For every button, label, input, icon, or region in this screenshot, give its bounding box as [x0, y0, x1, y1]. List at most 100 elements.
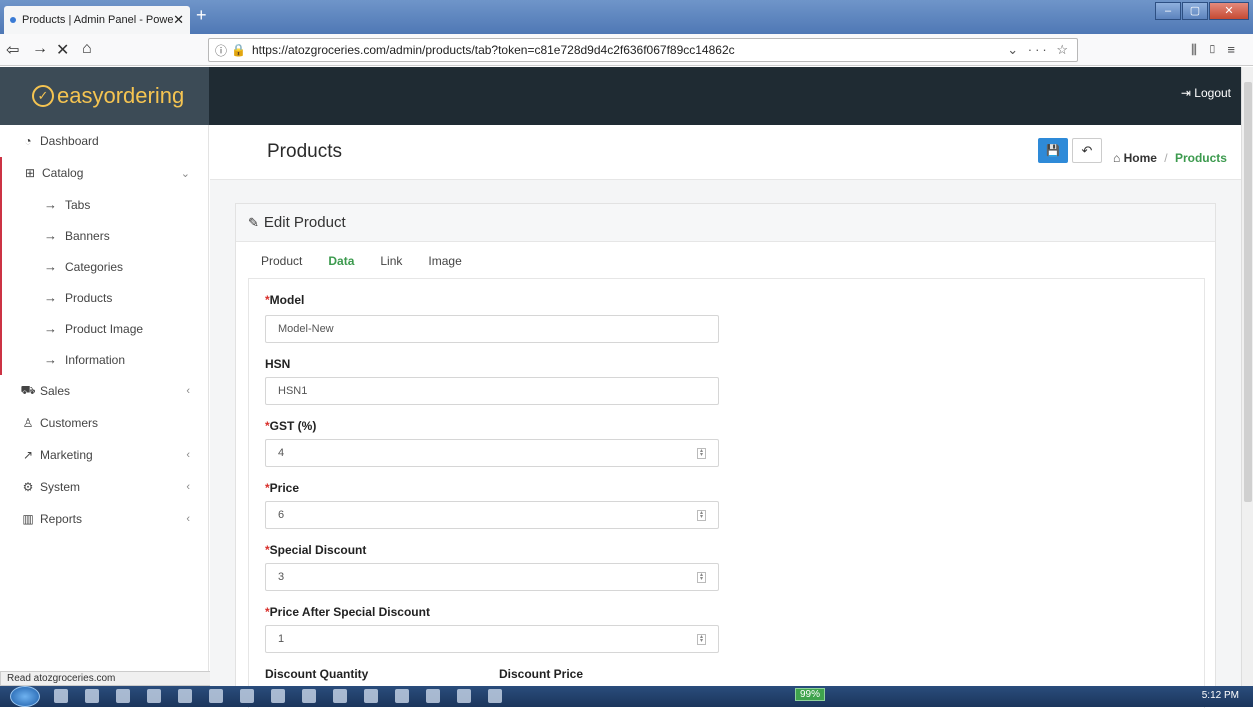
- edit-product-panel: ✎ Edit Product Product Data Link Image *…: [235, 203, 1216, 708]
- maximize-button[interactable]: ▢: [1182, 2, 1208, 20]
- sidebar-item-system[interactable]: ⚙ System ‹: [0, 471, 208, 503]
- page-scrollbar[interactable]: [1241, 67, 1253, 686]
- taskbar-app-icon[interactable]: [54, 689, 68, 703]
- info-icon[interactable]: ⓘ: [215, 42, 227, 59]
- sidebar-item-reports[interactable]: ▥ Reports ‹: [0, 503, 208, 535]
- taskbar-app-icon[interactable]: [178, 689, 192, 703]
- logo[interactable]: ✓ easyordering: [0, 67, 209, 125]
- arrow-right-icon: →: [44, 197, 57, 212]
- logout-button[interactable]: ⇥ Logout: [1181, 86, 1231, 100]
- forward-arrow-icon[interactable]: →: [32, 40, 48, 58]
- sidebar-item-label: Customers: [40, 416, 99, 430]
- price-input[interactable]: 6 ▴ ▾: [265, 501, 719, 529]
- minimize-button[interactable]: –: [1155, 2, 1181, 20]
- sidebar-subitem-products[interactable]: → Products: [2, 282, 208, 313]
- price-after-discount-input[interactable]: 1 ▴ ▾: [265, 625, 719, 653]
- browser-nav-bar: ⇦ → ✕ ⌂ ⓘ 🔒 https://atozgroceries.com/ad…: [0, 34, 1253, 66]
- sidebar-subitem-categories[interactable]: → Categories: [2, 251, 208, 282]
- library-sidebar-icons[interactable]: ⫼▯≡: [1191, 42, 1245, 58]
- sidebar-subitem-label: Information: [65, 352, 126, 367]
- stop-icon[interactable]: ✕: [56, 40, 69, 60]
- taskbar-app-icon[interactable]: [147, 689, 161, 703]
- taskbar-app-icon[interactable]: [116, 689, 130, 703]
- user-icon: ♙: [22, 416, 34, 430]
- spinner-icon[interactable]: ▴ ▾: [697, 572, 706, 583]
- sidebar-item-customers[interactable]: ♙ Customers: [0, 407, 208, 439]
- sidebar-subitem-product-image[interactable]: → Product Image: [2, 313, 208, 344]
- arrow-right-icon: →: [44, 321, 57, 336]
- taskbar-app-icon[interactable]: [488, 689, 502, 703]
- logo-mark-icon: ✓: [32, 85, 54, 107]
- sidebar-subitem-label: Tabs: [65, 197, 91, 212]
- sidebar-item-label: System: [40, 480, 81, 494]
- new-tab-button[interactable]: +: [196, 5, 207, 26]
- taskbar-clock[interactable]: 5:12 PM: [1202, 690, 1239, 701]
- browser-tab[interactable]: Products | Admin Panel - Powe ✕: [4, 6, 190, 34]
- reply-arrow-icon: ↶: [1081, 142, 1093, 158]
- sidebar-subitem-information[interactable]: → Information: [2, 344, 208, 375]
- spinner-icon[interactable]: ▴ ▾: [697, 510, 706, 521]
- start-button[interactable]: [10, 686, 40, 707]
- arrow-right-icon: →: [44, 352, 57, 367]
- gst-input[interactable]: 4 ▴ ▾: [265, 439, 719, 467]
- cart-icon: ⛟: [20, 383, 36, 397]
- taskbar-app-icon[interactable]: [85, 689, 99, 703]
- sidebar-item-catalog[interactable]: ⊞ Catalog ⌄: [2, 157, 208, 189]
- taskbar-app-icon[interactable]: [364, 689, 378, 703]
- chevron-left-icon: ‹: [186, 449, 190, 461]
- tab-link[interactable]: Link: [367, 246, 415, 276]
- breadcrumb: ⌂ Home / Products: [1113, 151, 1227, 165]
- lock-icon[interactable]: 🔒: [231, 43, 246, 57]
- page-title: Products: [267, 141, 342, 162]
- model-input[interactable]: Model-New: [265, 315, 719, 343]
- bar-chart-icon: ▥: [22, 512, 34, 526]
- panel-title: Edit Product: [263, 214, 346, 231]
- tab-loading-icon: [10, 17, 16, 23]
- dashboard-icon: ◔: [24, 134, 32, 148]
- taskbar-app-icon[interactable]: [209, 689, 223, 703]
- home-icon: ⌂: [1113, 151, 1121, 165]
- taskbar-app-icon[interactable]: [457, 689, 471, 703]
- sidebar-item-label: Reports: [40, 512, 83, 526]
- taskbar-app-icon[interactable]: [302, 689, 316, 703]
- tab-image[interactable]: Image: [415, 246, 474, 276]
- share-icon: ↗: [22, 448, 34, 462]
- catalog-icon: ⊞: [24, 166, 36, 180]
- logout-label: Logout: [1194, 86, 1231, 100]
- tab-product[interactable]: Product: [248, 246, 315, 276]
- tab-close-icon[interactable]: ✕: [173, 12, 184, 28]
- home-icon[interactable]: ⌂: [82, 40, 92, 58]
- save-icon: 💾: [1046, 145, 1060, 157]
- sidebar-item-dashboard[interactable]: ◔ Dashboard: [0, 125, 208, 157]
- taskbar-app-icon[interactable]: [333, 689, 347, 703]
- battery-indicator[interactable]: 99%: [795, 688, 826, 701]
- url-bar[interactable]: ⓘ 🔒 https://atozgroceries.com/admin/prod…: [208, 38, 1078, 62]
- spinner-icon[interactable]: ▴ ▾: [697, 448, 706, 459]
- special-discount-input[interactable]: 3 ▴ ▾: [265, 563, 719, 591]
- sidebar-subitem-banners[interactable]: → Banners: [2, 220, 208, 251]
- save-button[interactable]: 💾: [1038, 138, 1068, 163]
- tab-data[interactable]: Data: [315, 246, 368, 276]
- arrow-right-icon: →: [44, 259, 57, 274]
- sidebar-subitem-tabs[interactable]: → Tabs: [2, 189, 208, 220]
- sidebar-item-sales[interactable]: ⛟ Sales ‹: [0, 375, 208, 407]
- sidebar-item-marketing[interactable]: ↗ Marketing ‹: [0, 439, 208, 471]
- back-button[interactable]: ↶: [1072, 138, 1102, 163]
- os-taskbar: 99% 5:12 PM: [0, 686, 1253, 707]
- arrow-right-icon: →: [44, 228, 57, 243]
- breadcrumb-home[interactable]: Home: [1124, 151, 1157, 165]
- taskbar-app-icon[interactable]: [271, 689, 285, 703]
- taskbar-app-icon[interactable]: [395, 689, 409, 703]
- breadcrumb-current[interactable]: Products: [1175, 151, 1227, 165]
- gear-icon: ⚙: [22, 480, 34, 494]
- taskbar-app-icon[interactable]: [426, 689, 440, 703]
- scrollbar-thumb[interactable]: [1244, 82, 1252, 502]
- close-window-button[interactable]: ✕: [1209, 2, 1249, 20]
- taskbar-app-icon[interactable]: [240, 689, 254, 703]
- url-text[interactable]: https://atozgroceries.com/admin/products…: [252, 43, 1007, 57]
- spinner-icon[interactable]: ▴ ▾: [697, 634, 706, 645]
- url-actions[interactable]: ⌄ ··· ☆: [1007, 42, 1071, 58]
- back-arrow-icon[interactable]: ⇦: [6, 40, 19, 60]
- hsn-input[interactable]: HSN1: [265, 377, 719, 405]
- sidebar-item-label: Dashboard: [40, 134, 99, 148]
